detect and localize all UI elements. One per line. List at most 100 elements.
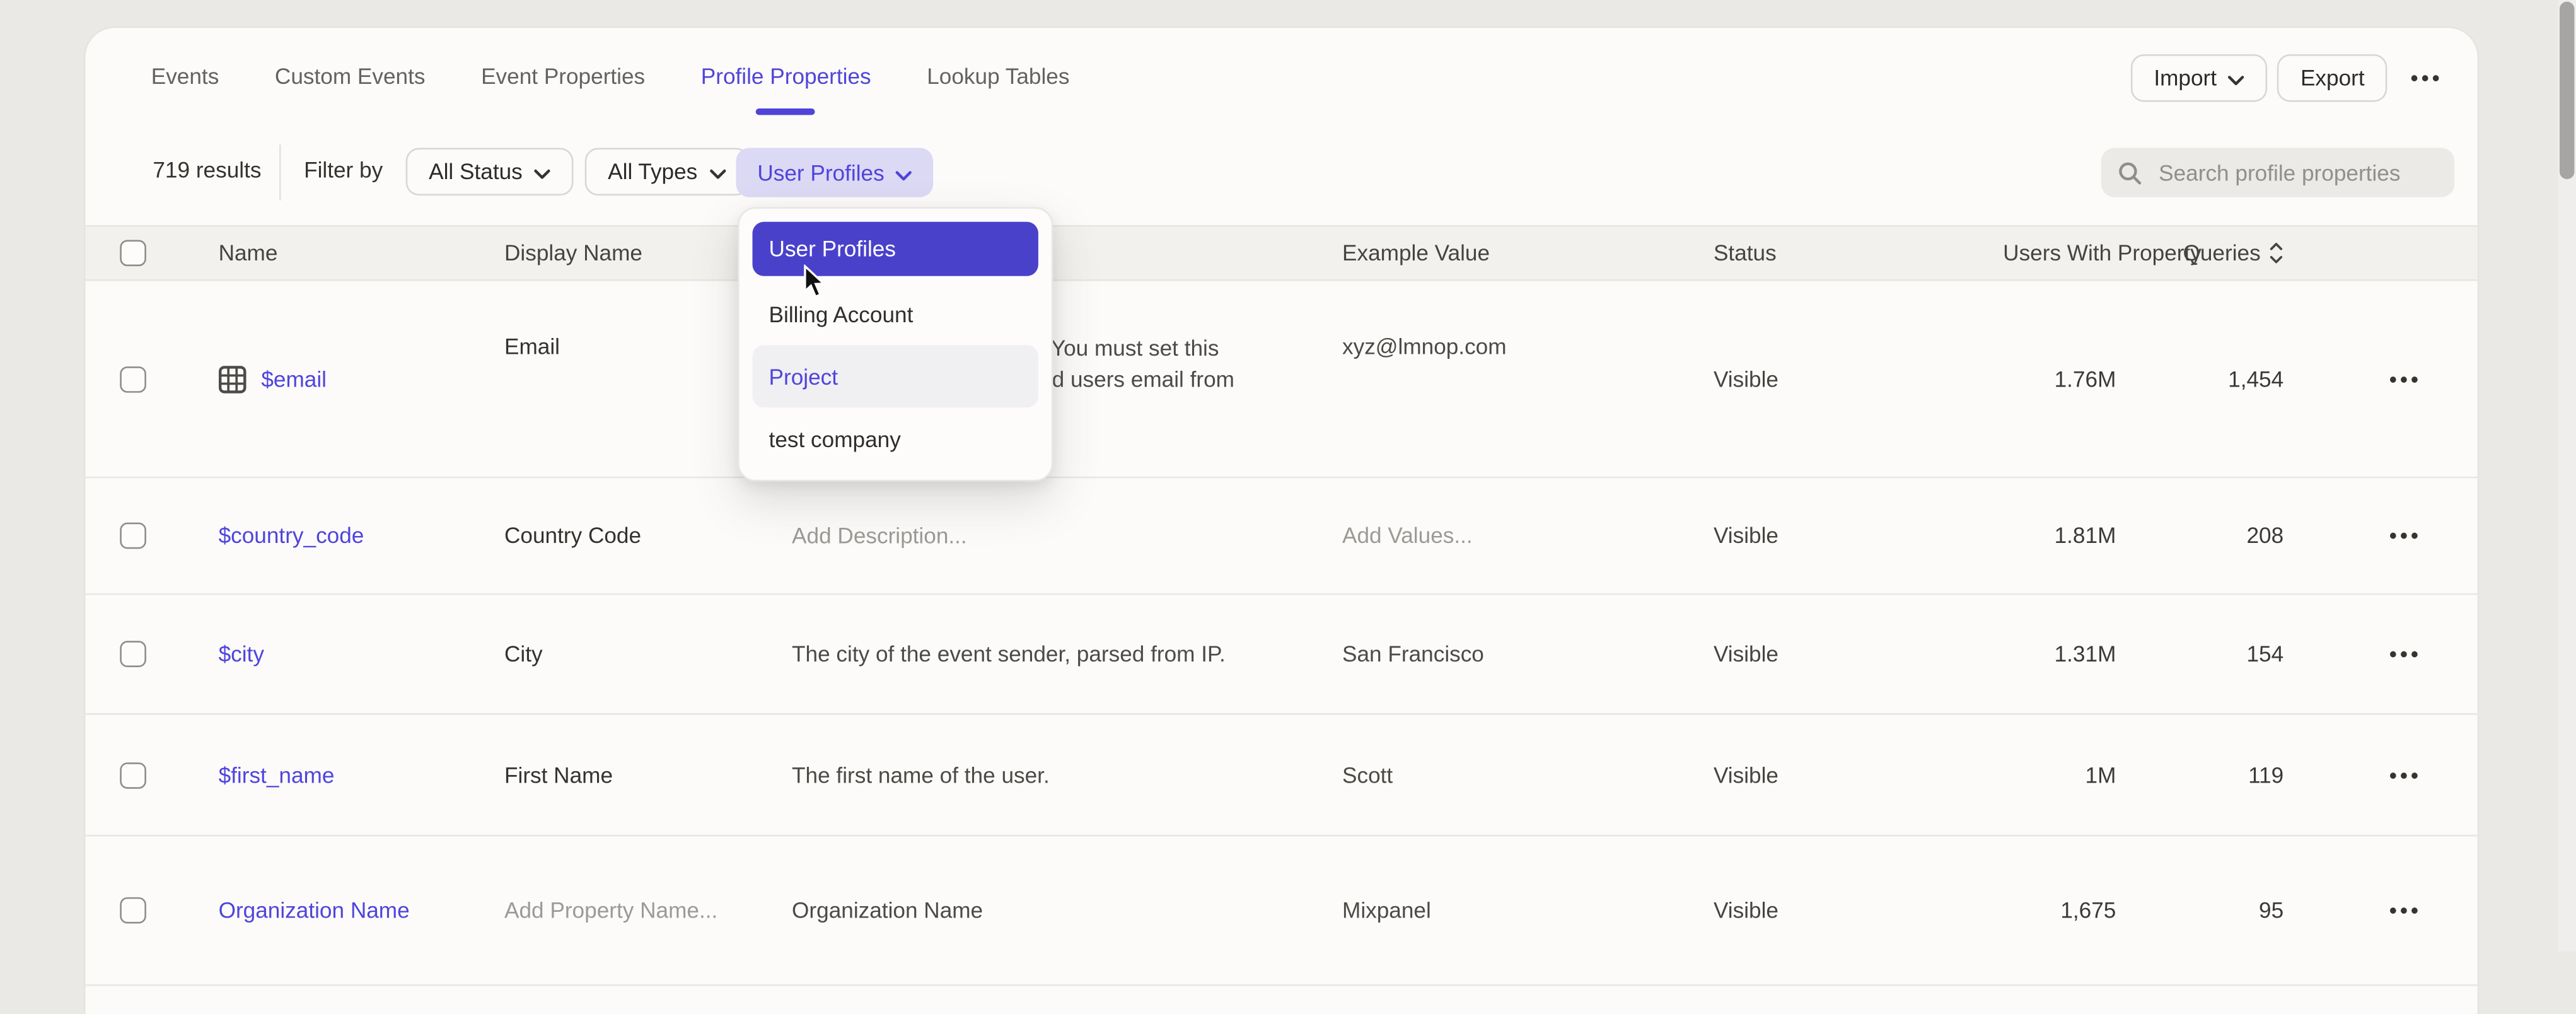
display-name-cell[interactable]: Email [504, 334, 560, 358]
ellipsis-icon: ••• [2389, 525, 2422, 547]
chevron-down-icon [2228, 66, 2244, 90]
dropdown-item-project[interactable]: Project [753, 345, 1038, 407]
queries-cell: 95 [2259, 898, 2283, 923]
status-filter-label: All Status [429, 160, 523, 184]
ellipsis-icon: ••• [2411, 67, 2443, 89]
search-box[interactable] [2101, 148, 2454, 197]
row-checkbox[interactable] [120, 523, 146, 549]
status-cell[interactable]: Visible [1714, 898, 1778, 923]
active-tab-underline [757, 108, 816, 114]
users-with-property-cell: 1.81M [2055, 523, 2116, 548]
ellipsis-icon: ••• [2389, 368, 2422, 390]
property-name-link[interactable]: $country_code [219, 523, 364, 548]
row-checkbox[interactable] [120, 897, 146, 924]
page-scrollbar-thumb[interactable] [2560, 2, 2574, 179]
display-name-cell[interactable]: Add Property Name... [504, 898, 717, 923]
dropdown-item-billing-account[interactable]: Billing Account [753, 283, 1038, 345]
tab-custom-events[interactable]: Custom Events [275, 63, 426, 88]
chevron-down-icon [709, 160, 726, 184]
property-name-link[interactable]: $first_name [219, 762, 335, 787]
tab-event-properties[interactable]: Event Properties [481, 63, 645, 88]
sort-icon [2269, 242, 2283, 264]
select-all-checkbox[interactable] [120, 240, 146, 266]
name-cell: $city [219, 642, 264, 667]
row-checkbox[interactable] [120, 762, 146, 788]
description-cell[interactable]: Add Description... [792, 520, 967, 552]
toolbar: Import Export ••• [2131, 54, 2449, 102]
filter-bar: 719 results Filter by All Status All Typ… [0, 148, 2576, 197]
row-checkbox[interactable] [120, 641, 146, 667]
tab-profile-properties[interactable]: Profile Properties [701, 63, 871, 88]
profile-entity-dropdown: User Profiles Billing Account Project te… [738, 207, 1053, 481]
dropdown-item-test-company[interactable]: test company [753, 407, 1038, 470]
users-with-property-cell: 1M [2085, 762, 2116, 787]
export-button[interactable]: Export [2277, 54, 2387, 102]
column-header-users-with-property[interactable]: Users With Property [2003, 241, 2202, 265]
row-menu-button[interactable]: ••• [2382, 757, 2428, 792]
status-cell[interactable]: Visible [1714, 762, 1778, 787]
table-row: $country_code Country Code Add Descripti… [86, 478, 2478, 595]
more-menu-button[interactable]: ••• [2404, 54, 2449, 102]
row-menu-button[interactable]: ••• [2382, 637, 2428, 672]
row-menu-button[interactable]: ••• [2382, 361, 2428, 396]
table-row: $first_name First Name The first name of… [86, 715, 2478, 837]
description-line: The city of the event sender, parsed fro… [792, 638, 1226, 670]
search-input[interactable] [2155, 158, 2438, 186]
ellipsis-icon: ••• [2389, 900, 2422, 921]
type-filter-button[interactable]: All Types [585, 148, 748, 196]
tab-events[interactable]: Events [151, 63, 219, 88]
description-cell[interactable]: Organization Name [792, 895, 983, 926]
property-name-link[interactable]: $city [219, 642, 264, 667]
example-value-cell[interactable]: Scott [1342, 762, 1393, 787]
property-name-link[interactable]: Organization Name [219, 898, 410, 923]
example-value-cell[interactable]: San Francisco [1342, 642, 1484, 667]
display-name-cell[interactable]: City [504, 642, 543, 667]
display-name-cell[interactable]: Country Code [504, 523, 641, 548]
status-cell[interactable]: Visible [1714, 523, 1778, 548]
dropdown-item-user-profiles[interactable]: User Profiles [753, 222, 1038, 276]
column-header-display-name[interactable]: Display Name [504, 241, 642, 265]
search-icon [2118, 160, 2142, 185]
queries-header-label: Queries [2183, 241, 2261, 265]
profile-properties-page: Events Custom Events Event Properties Pr… [0, 0, 2576, 952]
status-filter-button[interactable]: All Status [406, 148, 574, 196]
example-value-cell[interactable]: Add Values... [1342, 523, 1473, 548]
property-name-link[interactable]: $email [261, 366, 327, 391]
import-button[interactable]: Import [2131, 54, 2268, 102]
description-cell[interactable]: The first name of the user. [792, 759, 1050, 791]
name-cell: Organization Name [219, 898, 410, 923]
users-with-property-cell: 1,675 [2060, 898, 2116, 923]
example-value-cell[interactable]: xyz@lmnop.com [1342, 334, 1507, 358]
results-count[interactable]: 719 results [153, 158, 261, 182]
ellipsis-icon: ••• [2389, 643, 2422, 665]
divider [279, 144, 281, 201]
queries-cell: 119 [2248, 762, 2283, 787]
queries-cell: 208 [2246, 523, 2283, 548]
row-checkbox[interactable] [120, 366, 146, 392]
tab-lookup-tables[interactable]: Lookup Tables [927, 63, 1069, 88]
chevron-down-icon [896, 160, 912, 185]
status-cell[interactable]: Visible [1714, 642, 1778, 667]
display-name-cell[interactable]: First Name [504, 762, 613, 787]
ellipsis-icon: ••• [2389, 764, 2422, 786]
profile-entity-filter-button[interactable]: User Profiles [736, 148, 933, 197]
row-menu-button[interactable]: ••• [2382, 518, 2428, 553]
column-header-name[interactable]: Name [219, 241, 278, 265]
description-cell[interactable]: The city of the event sender, parsed fro… [792, 638, 1226, 670]
description-line: Organization Name [792, 895, 983, 926]
description-line: The first name of the user. [792, 759, 1050, 791]
column-header-example-value[interactable]: Example Value [1342, 241, 1490, 265]
queries-cell: 154 [2246, 642, 2283, 667]
name-cell: $country_code [219, 523, 364, 548]
column-header-status[interactable]: Status [1714, 241, 1777, 265]
description-line: Add Description... [792, 520, 967, 552]
example-value-cell[interactable]: Mixpanel [1342, 898, 1431, 923]
table-grid-icon [219, 365, 247, 393]
name-cell: $first_name [219, 762, 335, 787]
status-cell[interactable]: Visible [1714, 366, 1778, 391]
mouse-cursor [803, 265, 828, 300]
row-menu-button[interactable]: ••• [2382, 893, 2428, 928]
profile-entity-filter-label: User Profiles [757, 160, 884, 185]
table-body: $email Email The user's email address. Y… [86, 281, 2478, 986]
column-header-queries[interactable]: Queries [2183, 241, 2284, 265]
